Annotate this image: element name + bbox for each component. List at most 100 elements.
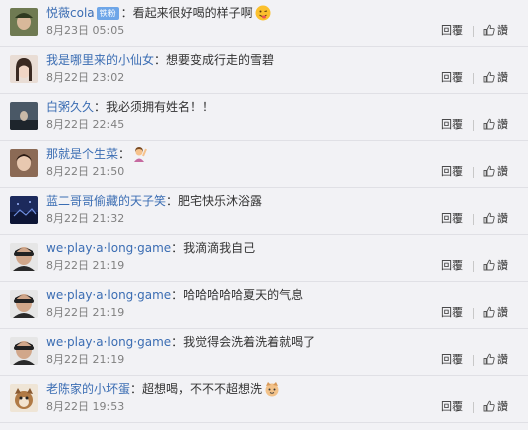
thumbs-up-icon (483, 165, 497, 178)
like-label: 讚 (497, 118, 508, 131)
avatar[interactable] (10, 243, 38, 271)
reply-button[interactable]: 回覆 (441, 259, 463, 273)
username-link[interactable]: we·play·a·long·game (46, 241, 171, 255)
action-divider (473, 120, 474, 131)
avatar[interactable] (10, 290, 38, 318)
comment-text: 哈哈哈哈哈夏天的气息 (183, 288, 304, 302)
like-button[interactable]: 讚 (483, 71, 508, 85)
separator: ： (166, 194, 179, 208)
thumbs-up-icon (483, 118, 497, 131)
comment-text: 看起来很好喝的样子啊 (132, 6, 253, 20)
comment-row: 我是哪里来的小仙女：想要变成行走的雪碧 8月22日 23:02 回覆 讚 (0, 47, 528, 94)
username-link[interactable]: 老陈家的小坏蛋 (46, 382, 130, 396)
comment-row: 悦薇cola 铁粉 ：看起来很好喝的样子啊 8月23日 05:05 回覆 讚 (0, 0, 528, 47)
action-divider (473, 167, 474, 178)
thumbs-up-icon (483, 24, 497, 37)
person-raising-hand-emoji (132, 146, 148, 166)
comment-list: 悦薇cola 铁粉 ：看起来很好喝的样子啊 8月23日 05:05 回覆讚我是哪里来的小… (0, 0, 528, 430)
like-label: 讚 (497, 212, 508, 225)
comment-body: 我是哪里来的小仙女：想要变成行走的雪碧 (46, 52, 274, 68)
comment-body: 那就是个生菜： (46, 146, 148, 166)
username-link[interactable]: 我是哪里来的小仙女 (46, 53, 154, 67)
reply-button[interactable]: 回覆 (441, 165, 463, 179)
like-button[interactable]: 讚 (483, 306, 508, 320)
reply-button[interactable]: 回覆 (441, 24, 463, 38)
like-button[interactable]: 讚 (483, 212, 508, 226)
action-divider (473, 261, 474, 272)
like-label: 讚 (497, 24, 508, 37)
like-label: 讚 (497, 259, 508, 272)
timestamp: 8月22日 21:19 (46, 306, 125, 319)
like-label: 讚 (497, 353, 508, 366)
comment-row: 蓝二哥哥偷藏的天子笑：肥宅快乐沐浴露 8月22日 21:32 回覆 讚 (0, 188, 528, 235)
reply-button[interactable]: 回覆 (441, 306, 463, 320)
username-link[interactable]: 那就是个生菜 (46, 147, 118, 161)
comment-row: we·play·a·long·game：我觉得会洗着洗着就喝了 8月22日 21:… (0, 329, 528, 376)
avatar[interactable] (10, 149, 38, 177)
timestamp: 8月22日 23:02 (46, 71, 125, 84)
reply-button[interactable]: 回覆 (441, 353, 463, 367)
separator: ： (171, 335, 184, 349)
separator: ： (154, 53, 167, 67)
like-button[interactable]: 讚 (483, 353, 508, 367)
username-link[interactable]: 悦薇cola (46, 6, 95, 20)
separator: ： (120, 6, 133, 20)
reply-button[interactable]: 回覆 (441, 118, 463, 132)
username-link[interactable]: 白粥久久 (46, 100, 94, 114)
separator: ： (171, 241, 184, 255)
reply-button[interactable]: 回覆 (441, 212, 463, 226)
comment-text: 我必须拥有姓名！！ (106, 100, 215, 114)
username-link[interactable]: we·play·a·long·game (46, 288, 171, 302)
comment-text: 肥宅快乐沐浴露 (178, 194, 263, 208)
timestamp: 8月22日 21:19 (46, 259, 125, 272)
username-link[interactable]: 蓝二哥哥偷藏的天子笑 (46, 194, 166, 208)
avatar[interactable] (10, 8, 38, 36)
like-button[interactable]: 讚 (483, 400, 508, 414)
like-button[interactable]: 讚 (483, 118, 508, 132)
timestamp: 8月22日 21:32 (46, 212, 125, 225)
like-label: 讚 (497, 400, 508, 413)
comment-text: 我滴滴我自己 (183, 241, 256, 255)
cat-face-emoji (264, 381, 280, 401)
like-button[interactable]: 讚 (483, 165, 508, 179)
cheeky-face-emoji (255, 5, 271, 25)
like-label: 讚 (497, 165, 508, 178)
thumbs-up-icon (483, 306, 497, 319)
action-divider (473, 355, 474, 366)
reply-button[interactable]: 回覆 (441, 71, 463, 85)
like-button[interactable]: 讚 (483, 259, 508, 273)
like-label: 讚 (497, 71, 508, 84)
comment-body: we·play·a·long·game：我觉得会洗着洗着就喝了 (46, 334, 315, 350)
avatar[interactable] (10, 384, 38, 412)
username-link[interactable]: we·play·a·long·game (46, 335, 171, 349)
timestamp: 8月22日 21:50 (46, 165, 125, 178)
action-divider (473, 402, 474, 413)
like-button[interactable]: 讚 (483, 24, 508, 38)
comment-text: 超想喝，不不不超想洗 (142, 382, 263, 396)
comment-body: 老陈家的小坏蛋：超想喝，不不不超想洗 (46, 381, 280, 401)
avatar[interactable] (10, 196, 38, 224)
comment-row: 那就是个生菜： 8月22日 21:50 回覆讚 (0, 141, 528, 188)
thumbs-up-icon (483, 212, 497, 225)
timestamp: 8月23日 05:05 (46, 24, 125, 37)
thumbs-up-icon (483, 353, 497, 366)
comment-body: we·play·a·long·game：哈哈哈哈哈夏天的气息 (46, 287, 303, 303)
comment-text: 想要变成行走的雪碧 (166, 53, 275, 67)
separator: ： (171, 288, 184, 302)
comment-body: 白粥久久：我必须拥有姓名！！ (46, 99, 214, 115)
comment-row: we·play·a·long·game：我滴滴我自己 8月22日 21:19 回覆 讚 (0, 235, 528, 282)
separator: ： (118, 147, 131, 161)
thumbs-up-icon (483, 71, 497, 84)
thumbs-up-icon (483, 259, 497, 272)
separator: ： (94, 100, 107, 114)
comment-row: 老陈家的小坏蛋：超想喝，不不不超想洗 8月22日 19:53 回覆 讚 (0, 376, 528, 423)
thumbs-up-icon (483, 400, 497, 413)
fan-badge: 铁粉 (96, 7, 119, 20)
timestamp: 8月22日 19:53 (46, 400, 125, 413)
reply-button[interactable]: 回覆 (441, 400, 463, 414)
avatar[interactable] (10, 337, 38, 365)
avatar[interactable] (10, 55, 38, 83)
action-divider (473, 214, 474, 225)
timestamp: 8月22日 21:19 (46, 353, 125, 366)
avatar[interactable] (10, 102, 38, 130)
